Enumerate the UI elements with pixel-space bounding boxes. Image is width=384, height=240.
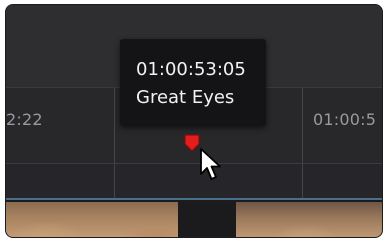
arrow-pointer-icon (200, 148, 221, 180)
track-header-lane (6, 164, 382, 198)
lane-tick (302, 164, 303, 198)
clip-gap (178, 202, 236, 237)
marker-tooltip: 01:00:53:05 Great Eyes (120, 39, 266, 126)
clip-thumbnail[interactable] (6, 202, 178, 237)
ruler-timecode-right: 01:00:5 (313, 110, 377, 129)
ruler-timecode-left: 2:22 (6, 110, 43, 129)
marker-name: Great Eyes (136, 87, 235, 108)
marker-timecode: 01:00:53:05 (136, 59, 246, 80)
ruler-tick (114, 88, 115, 164)
timeline-panel: 2:22 01:00:5 01:00:53:05 Great Eyes (6, 5, 382, 237)
clip-thumbnail[interactable] (236, 202, 382, 237)
lane-tick (114, 164, 115, 198)
ruler-tick (302, 88, 303, 164)
video-track[interactable] (6, 198, 382, 237)
